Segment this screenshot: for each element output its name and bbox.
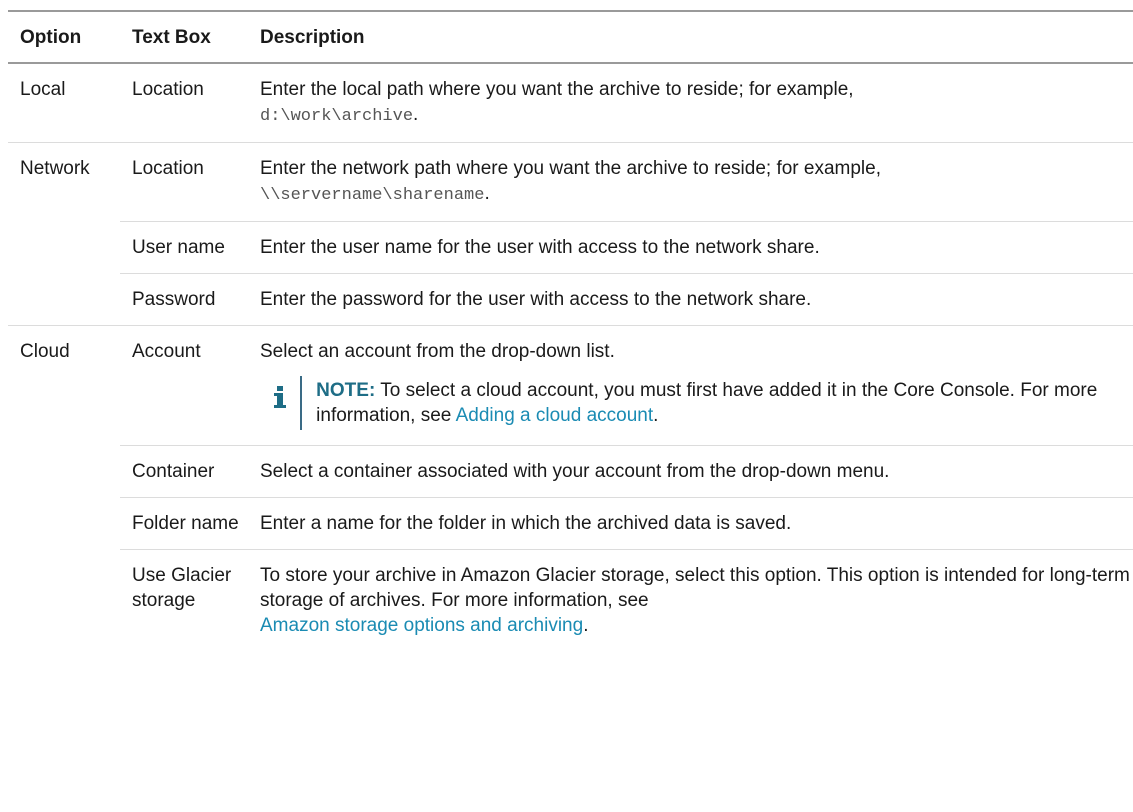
table-header-row: Option Text Box Description	[8, 11, 1133, 63]
description-cell: To store your archive in Amazon Glacier …	[248, 550, 1133, 652]
desc-end: .	[583, 615, 589, 636]
header-description: Description	[260, 26, 365, 48]
note-bar	[300, 376, 303, 430]
info-icon	[268, 376, 292, 430]
textbox-cell: Password	[132, 289, 216, 310]
note-end: .	[653, 405, 659, 426]
options-table: Option Text Box Description Local Locati…	[8, 10, 1133, 651]
desc-text: To store your archive in Amazon Glacier …	[260, 565, 1130, 611]
table-row: Local Location Enter the local path wher…	[8, 63, 1133, 143]
textbox-cell: Use Glacier storage	[132, 565, 232, 611]
table-row: Network Location Enter the network path …	[8, 142, 1133, 222]
option-cell	[8, 498, 120, 550]
note-body: To select a cloud account, you must firs…	[316, 380, 1098, 426]
note-callout: NOTE: To select a cloud account, you mus…	[268, 376, 1133, 430]
table-row: User name Enter the user name for the us…	[8, 221, 1133, 274]
path-example: d:\work\archive	[260, 107, 414, 126]
desc-text: Select an account from the drop-down lis…	[260, 341, 615, 362]
note-label: NOTE:	[316, 380, 376, 401]
option-cell: Cloud	[20, 341, 70, 362]
description-cell: Enter the user name for the user with ac…	[248, 221, 1133, 274]
option-cell	[8, 550, 120, 652]
textbox-cell: Location	[132, 79, 204, 100]
option-cell	[8, 446, 120, 498]
header-text-box: Text Box	[132, 26, 211, 48]
table-row: Container Select a container associated …	[8, 445, 1133, 498]
description-cell: Select a container associated with your …	[248, 445, 1133, 498]
textbox-cell: Container	[120, 445, 248, 498]
adding-cloud-account-link[interactable]: Adding a cloud account	[456, 405, 654, 426]
description-cell: Enter the local path where you want the …	[248, 63, 1133, 143]
desc-text: Enter the local path where you want the …	[260, 79, 854, 100]
description-cell: Select an account from the drop-down lis…	[248, 325, 1133, 446]
textbox-cell: Account	[120, 325, 248, 446]
desc-text: Enter the network path where you want th…	[260, 158, 881, 179]
path-example: \\servername\sharename	[260, 186, 485, 205]
desc-end: .	[413, 104, 419, 125]
table-row: Folder name Enter a name for the folder …	[8, 497, 1133, 550]
textbox-cell: Location	[120, 142, 248, 222]
table-row: Password Enter the password for the user…	[8, 274, 1133, 326]
option-cell	[8, 222, 120, 274]
description-cell: Enter a name for the folder in which the…	[248, 497, 1133, 550]
textbox-cell: Folder name	[120, 497, 248, 550]
note-text: NOTE: To select a cloud account, you mus…	[316, 376, 1133, 430]
desc-end: .	[484, 183, 490, 204]
option-cell	[8, 274, 120, 326]
table-row: Cloud Account Select an account from the…	[8, 325, 1133, 446]
description-cell: Enter the network path where you want th…	[248, 142, 1133, 222]
textbox-cell: User name	[120, 221, 248, 274]
amazon-storage-link[interactable]: Amazon storage options and archiving	[260, 615, 583, 636]
option-cell: Local	[20, 79, 66, 100]
table-row: Use Glacier storage To store your archiv…	[8, 550, 1133, 652]
option-cell: Network	[20, 158, 90, 179]
description-cell: Enter the password for the user with acc…	[260, 289, 812, 310]
header-option: Option	[20, 26, 82, 48]
